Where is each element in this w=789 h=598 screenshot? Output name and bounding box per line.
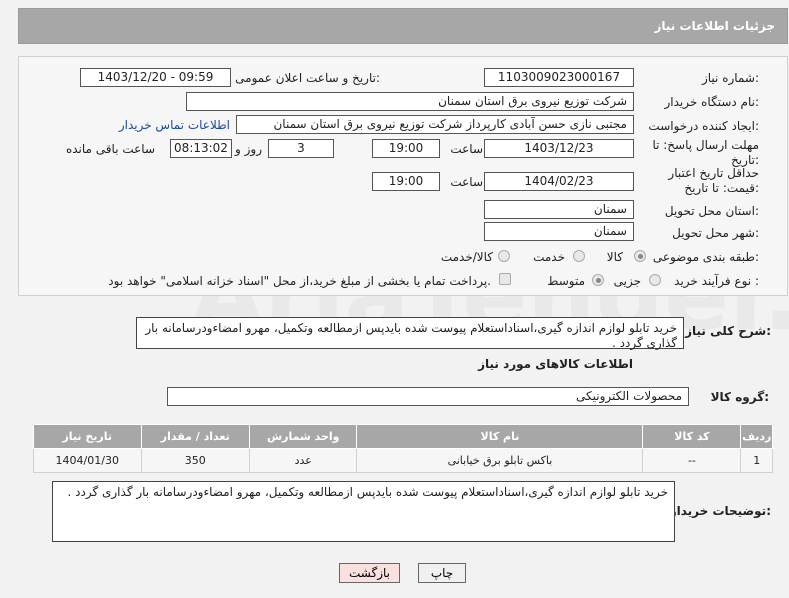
- treasury-payment-checkbox[interactable]: [499, 273, 511, 285]
- need-number-field: 1103009023000167: [484, 68, 634, 87]
- city-label: شهر محل تحویل:: [672, 226, 759, 240]
- buyer-notes-label: توضیحات خریدار:: [669, 504, 771, 518]
- goods-table: ردیف کد کالا نام کالا واحد شمارش تعداد /…: [33, 424, 773, 473]
- category-radio-goods-service[interactable]: [498, 250, 510, 262]
- validity-time-field: 19:00: [372, 172, 440, 191]
- deadline-time-field: 19:00: [372, 139, 440, 158]
- col-need-date: تاریخ نیاز: [33, 424, 142, 449]
- process-radio-medium[interactable]: [592, 274, 604, 286]
- goods-group-field: محصولات الکترونیکی: [167, 387, 689, 406]
- print-button[interactable]: چاپ: [418, 563, 466, 583]
- category-option-goods: کالا: [606, 250, 623, 264]
- announce-field: 1403/12/20 - 09:59: [80, 68, 231, 87]
- validity-time-label: ساعت: [450, 175, 483, 189]
- col-item-name: نام کالا: [356, 424, 644, 449]
- province-field: سمنان: [484, 200, 634, 219]
- cell-quantity: 350: [140, 448, 251, 473]
- contact-buyer-link[interactable]: اطلاعات تماس خریدار: [119, 118, 230, 132]
- remaining-label: ساعت باقی مانده: [65, 142, 155, 156]
- col-unit: واحد شمارش: [249, 424, 358, 449]
- process-radio-minor[interactable]: [649, 274, 661, 286]
- summary-label: شرح کلی نیاز:: [685, 324, 771, 338]
- creator-field: مجتبی نازی حسن آبادی کارپرداز شرکت توزیع…: [236, 115, 634, 134]
- validity-label: حداقل تاریخ اعتبار قیمت: تا تاریخ:: [641, 166, 759, 196]
- need-number-label: شماره نیاز:: [701, 71, 759, 85]
- buyer-label: نام دستگاه خریدار:: [664, 95, 760, 109]
- col-row-number: ردیف: [740, 424, 773, 449]
- deadline-label: مهلت ارسال پاسخ: تا تاریخ:: [649, 138, 759, 168]
- goods-section-title: اطلاعات کالاهای مورد نیاز: [478, 357, 633, 371]
- summary-textbox[interactable]: خرید تابلو لوازم اندازه گیری،اسناداستعلا…: [136, 317, 684, 350]
- table-row: 1 -- باکس تابلو برق خیابانی عدد 350 1404…: [33, 448, 773, 473]
- cell-item-code: --: [642, 448, 742, 473]
- city-field: سمنان: [484, 222, 634, 241]
- cell-item-name: باکس تابلو برق خیابانی: [356, 448, 644, 473]
- deadline-time-label: ساعت: [450, 142, 483, 156]
- validity-label-text: حداقل تاریخ اعتبار قیمت: تا تاریخ:: [668, 166, 759, 195]
- remaining-time-field: 08:13:02: [170, 139, 232, 158]
- cell-row-number: 1: [740, 448, 773, 473]
- treasury-payment-note: پرداخت تمام یا بخشی از مبلغ خرید،از محل …: [108, 274, 491, 288]
- deadline-date-field: 1403/12/23: [484, 139, 634, 158]
- category-label: طبقه بندی موضوعی:: [652, 250, 759, 264]
- days-field: 3: [268, 139, 334, 158]
- table-header-row: ردیف کد کالا نام کالا واحد شمارش تعداد /…: [33, 424, 773, 449]
- category-radio-service[interactable]: [573, 250, 585, 262]
- col-item-code: کد کالا: [642, 424, 742, 449]
- goods-group-label: گروه کالا:: [710, 390, 769, 404]
- category-radio-goods[interactable]: [634, 250, 646, 262]
- validity-date-field: 1404/02/23: [484, 172, 634, 191]
- col-quantity: تعداد / مقدار: [140, 424, 251, 449]
- days-label: روز و: [235, 142, 262, 156]
- process-label: نوع فرآیند خرید :: [674, 274, 759, 288]
- back-button[interactable]: بازگشت: [339, 563, 400, 583]
- announce-label: تاریخ و ساعت اعلان عمومی:: [235, 71, 380, 85]
- cell-need-date: 1404/01/30: [33, 448, 142, 473]
- deadline-label-text: مهلت ارسال پاسخ: تا تاریخ:: [652, 138, 759, 167]
- buyer-field: شرکت توزیع نیروی برق استان سمنان: [186, 92, 634, 111]
- header-bar: جزئیات اطلاعات نیاز: [18, 8, 788, 44]
- page-title: جزئیات اطلاعات نیاز: [654, 19, 775, 33]
- process-option-medium: متوسط: [547, 274, 585, 288]
- category-option-goods-service: کالا/خدمت: [440, 250, 493, 264]
- category-option-service: خدمت: [533, 250, 565, 264]
- process-option-minor: جزیی: [613, 274, 641, 288]
- creator-label: ایجاد کننده درخواست:: [648, 119, 759, 133]
- province-label: استان محل تحویل:: [664, 204, 759, 218]
- cell-unit: عدد: [249, 448, 358, 473]
- buyer-notes-textbox[interactable]: خرید تابلو لوازم اندازه گیری،اسناداستعلا…: [52, 481, 675, 542]
